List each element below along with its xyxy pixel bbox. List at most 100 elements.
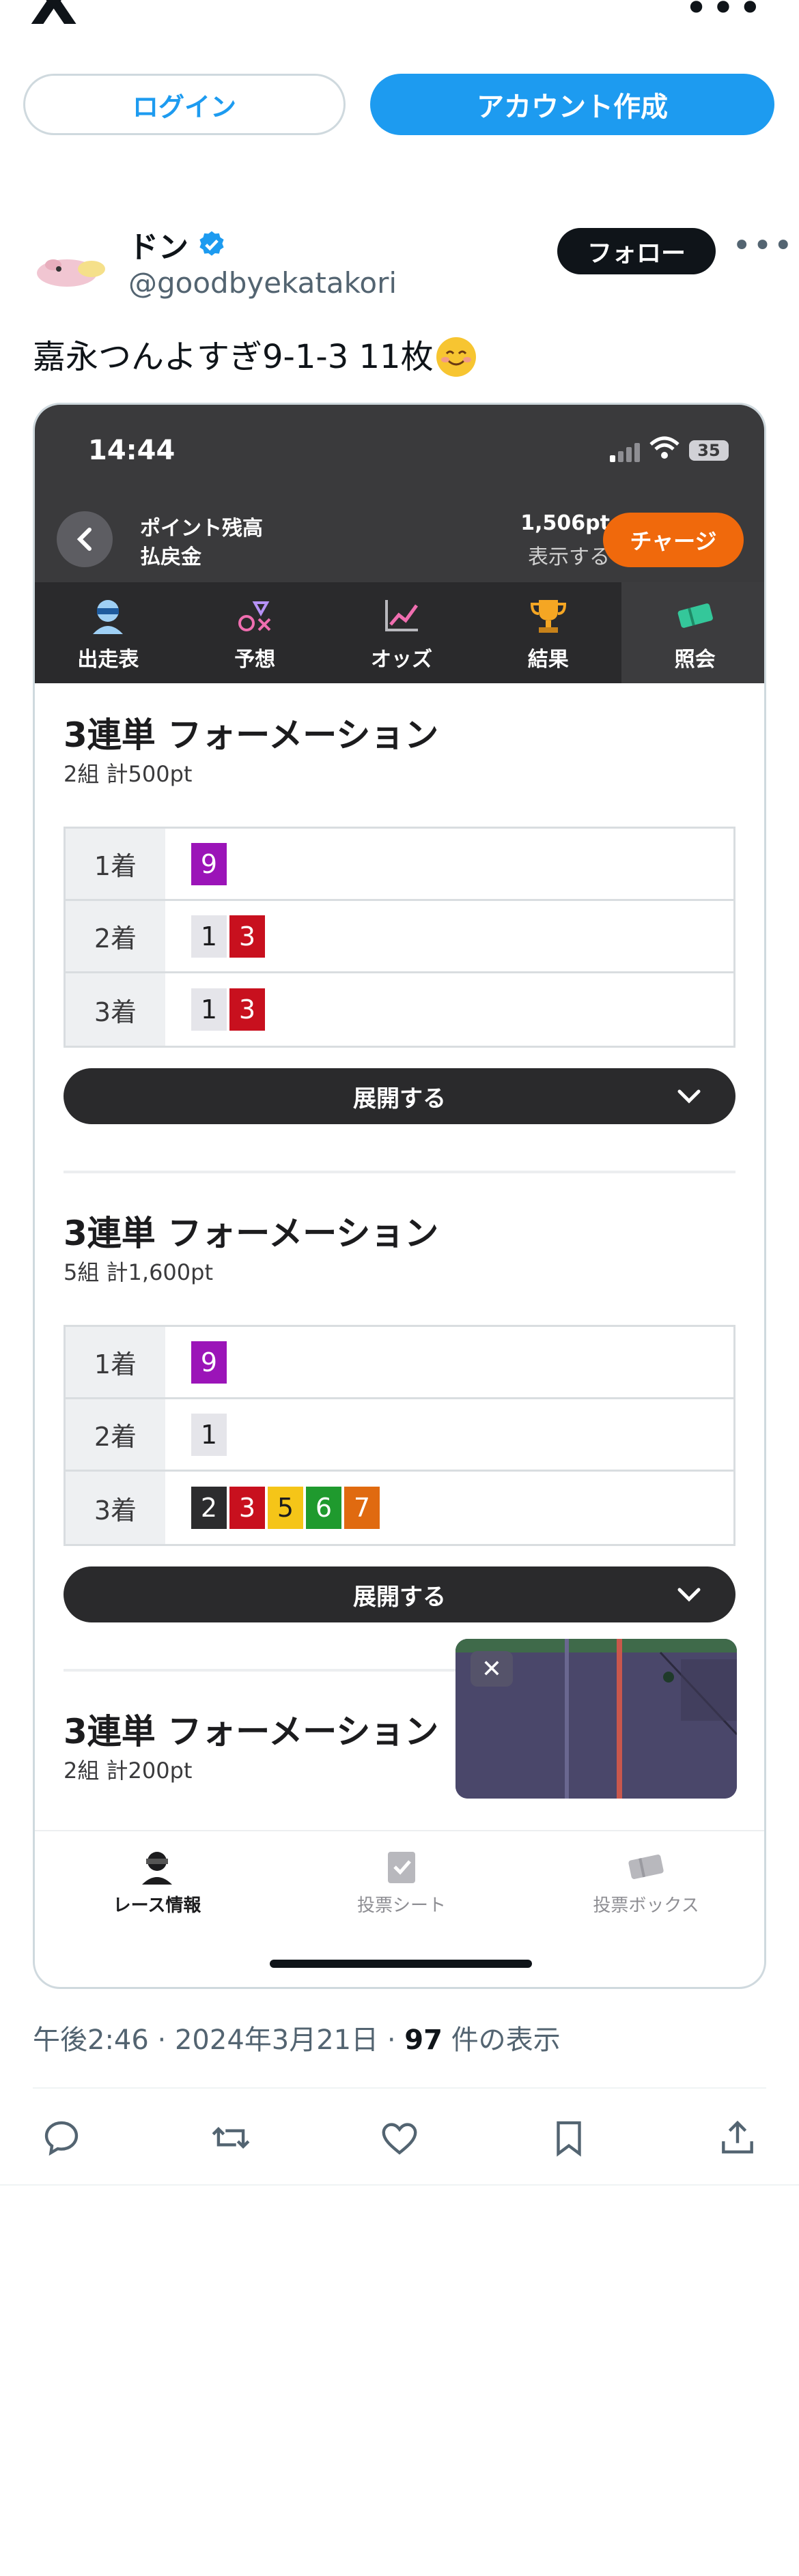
post-more-icon[interactable]: ••• [732, 227, 794, 265]
wifi-icon [649, 436, 679, 459]
reply-button[interactable] [33, 2113, 90, 2162]
bookmark-button[interactable] [540, 2113, 598, 2162]
view-count: 97 [404, 2024, 443, 2056]
tab-racecard[interactable]: 出走表 [35, 582, 182, 683]
post-meta: 午後2:46 · 2024年3月21日 · 97 件の表示 [33, 2018, 561, 2057]
more-icon[interactable]: ••• [684, 0, 765, 29]
boat-numbers: 23567 [165, 1472, 733, 1544]
tab-inquiry[interactable]: 照会 [621, 582, 764, 683]
expand-label: 展開する [353, 1583, 446, 1611]
view-label: 件の表示 [451, 2024, 561, 2056]
signal-icon [610, 443, 640, 462]
bet-summary: 2組 計200pt [64, 1758, 193, 1784]
separator: · [157, 2024, 167, 2056]
media-card[interactable]: 14:44 35 ポイント残高 払戻金 1,506pt 表示する チャージ 出走… [33, 403, 766, 1989]
boat-numbers: 9 [165, 1327, 733, 1397]
racer-icon [93, 600, 124, 634]
boat-numbers: 1 [165, 1399, 733, 1470]
app-bottom-nav: レース情報 投票シート 投票ボックス [35, 1830, 764, 1934]
author-name[interactable]: ドン [128, 223, 227, 266]
nav-label: 投票シート [356, 1895, 446, 1916]
tab-label: 結果 [527, 648, 569, 672]
divider [33, 2087, 766, 2089]
bet-title: 3連単 フォーメーション [64, 1214, 439, 1253]
bet-summary: 5組 計1,600pt [64, 1259, 214, 1285]
boat-number-chip: 3 [229, 915, 265, 958]
signup-button[interactable]: アカウント作成 [370, 74, 774, 135]
bet-table: 1着 9 2着 13 3着 13 [64, 827, 735, 1048]
nav-vote-sheet[interactable]: 投票シート [279, 1831, 524, 1934]
points-value: 1,506pt [520, 511, 610, 535]
nav-label: 投票ボックス [593, 1895, 699, 1916]
divider [64, 1171, 735, 1173]
boat-number-chip: 1 [191, 915, 227, 958]
place-label: 3着 [66, 973, 165, 1046]
author-name-text[interactable]: ドン [128, 223, 188, 266]
follow-button[interactable]: フォロー [557, 228, 716, 274]
boat-number-chip: 3 [229, 988, 265, 1031]
nav-vote-box[interactable]: 投票ボックス [524, 1831, 764, 1934]
author-handle[interactable]: @goodbyekatakori [128, 266, 397, 300]
avatar[interactable] [33, 229, 109, 306]
share-button[interactable] [709, 2113, 766, 2162]
video-overlay[interactable]: ✕ [455, 1639, 737, 1799]
reply-icon [44, 2121, 79, 2156]
place-label: 2着 [66, 901, 165, 971]
close-icon[interactable]: ✕ [471, 1651, 513, 1687]
table-row: 2着 1 [66, 1399, 733, 1472]
share-icon [722, 2120, 753, 2153]
battery-icon: 35 [689, 440, 729, 461]
show-payout-link[interactable]: 表示する [490, 540, 610, 570]
boat-number-chip: 9 [191, 1341, 227, 1384]
expand-button[interactable]: 展開する [64, 1068, 735, 1124]
tab-prediction[interactable]: 予想 [182, 582, 328, 683]
boat-numbers: 13 [165, 901, 733, 971]
place-label: 3着 [66, 1472, 165, 1544]
bet-title: 3連単 フォーメーション [64, 715, 439, 755]
place-label: 1着 [66, 829, 165, 899]
bet-section: 3連単 フォーメーション 2組 計500pt 1着 9 2着 13 3着 13 … [35, 683, 764, 1188]
ticket-icon [677, 603, 713, 628]
trophy-icon [530, 600, 566, 633]
separator: · [387, 2024, 396, 2056]
boat-number-chip: 1 [191, 988, 227, 1031]
smiling-face-emoji-icon [436, 337, 476, 377]
back-button[interactable] [57, 511, 113, 567]
boat-numbers: 9 [165, 829, 733, 899]
boat-numbers: 13 [165, 973, 733, 1046]
nav-label: レース情報 [113, 1895, 201, 1916]
verified-badge-icon [199, 231, 224, 256]
status-time: 14:44 [88, 435, 176, 466]
chevron-down-icon [677, 1588, 701, 1602]
x-logo[interactable]: X [30, 0, 77, 34]
bet-summary: 2組 計500pt [64, 761, 193, 787]
expand-button[interactable]: 展開する [64, 1566, 735, 1622]
nav-race-info[interactable]: レース情報 [35, 1831, 279, 1934]
tab-results[interactable]: 結果 [475, 582, 621, 683]
charge-button[interactable]: チャージ [603, 513, 744, 567]
retweet-button[interactable] [202, 2113, 260, 2162]
bet-title: 3連単 フォーメーション [64, 1712, 439, 1751]
login-button[interactable]: ログイン [23, 74, 346, 135]
chevron-down-icon [677, 1089, 701, 1104]
vote-sheet-icon [388, 1851, 415, 1883]
bookmark-icon [556, 2121, 581, 2157]
tab-label: 出走表 [77, 648, 139, 672]
action-bar [33, 2113, 766, 2162]
bet-section: 3連単 フォーメーション 5組 計1,600pt 1着 9 2着 1 3着 23… [35, 1182, 764, 1687]
tab-odds[interactable]: オッズ [328, 582, 475, 683]
expand-label: 展開する [353, 1085, 446, 1113]
like-button[interactable] [371, 2113, 428, 2162]
table-row: 1着 9 [66, 829, 733, 901]
divider [0, 2184, 799, 2186]
race-tabs: 出走表 予想 オッズ 結果 照会 [35, 582, 764, 683]
tweet-text: 嘉永つんよすぎ9-1-3 11枚 [33, 333, 476, 381]
vote-box-icon [628, 1854, 664, 1879]
home-indicator [270, 1960, 532, 1968]
post-date[interactable]: 2024年3月21日 [175, 2024, 378, 2056]
racer-icon [142, 1851, 172, 1885]
table-row: 3着 13 [66, 973, 733, 1046]
tab-label: 予想 [234, 648, 276, 672]
post-time[interactable]: 午後2:46 [33, 2024, 149, 2056]
boat-number-chip: 6 [306, 1487, 341, 1529]
